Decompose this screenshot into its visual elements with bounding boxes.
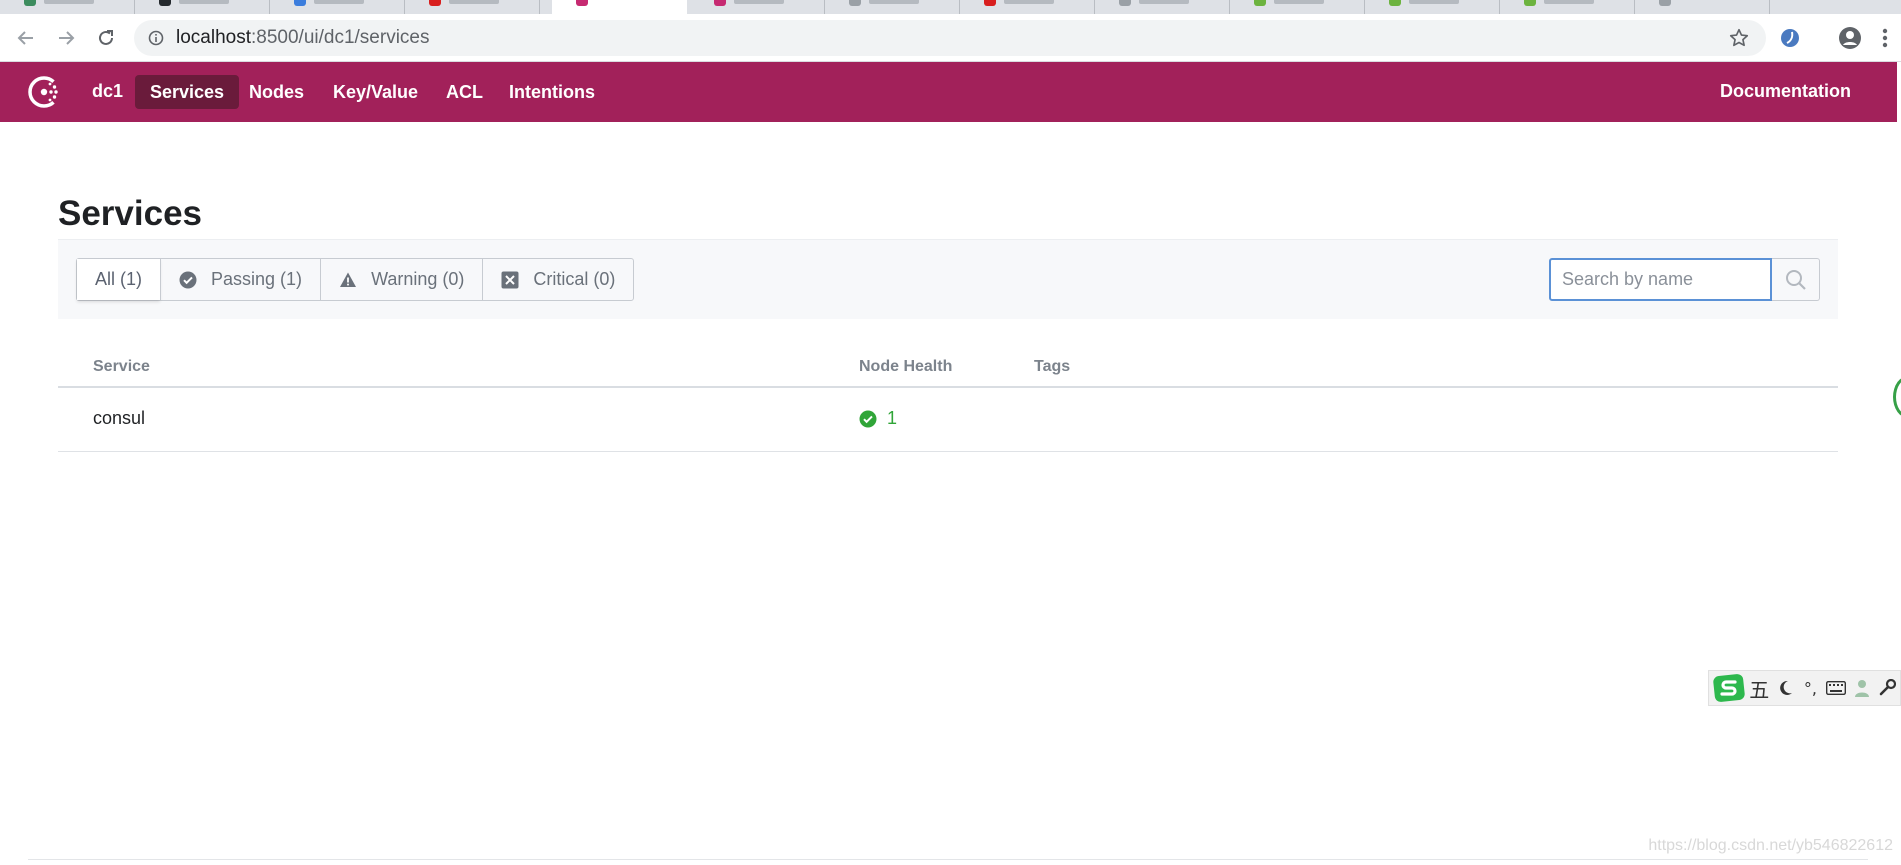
browser-toolbar: localhost:8500/ui/dc1/services xyxy=(0,14,1901,62)
tab-favicon-icon xyxy=(984,0,996,6)
ime-user-button[interactable] xyxy=(1849,672,1875,704)
filter-warning[interactable]: Warning (0) xyxy=(320,259,482,300)
check-circle-icon xyxy=(179,271,197,288)
tab-favicon-icon xyxy=(849,0,861,6)
filter-passing[interactable]: Passing (1) xyxy=(160,259,320,300)
forward-button[interactable] xyxy=(52,24,80,52)
tab-favicon-icon xyxy=(159,0,171,6)
browser-tab[interactable] xyxy=(0,0,135,14)
footer-divider xyxy=(28,859,1868,860)
ime-settings-button[interactable] xyxy=(1874,672,1900,704)
reload-button[interactable] xyxy=(92,24,120,52)
tab-favicon-icon xyxy=(576,0,588,6)
filter-critical-label: Critical (0) xyxy=(533,269,616,289)
profile-button[interactable] xyxy=(1838,26,1862,50)
account-circle-icon xyxy=(1839,27,1861,49)
passing-check-icon xyxy=(859,410,877,427)
column-header-node-health: Node Health xyxy=(859,358,953,375)
browser-tab[interactable] xyxy=(270,0,405,14)
services-table: Service Node Health Tags consul 1 xyxy=(58,346,1838,452)
table-header: Service Node Health Tags xyxy=(58,346,1838,388)
browser-tab[interactable] xyxy=(135,0,270,14)
filter-all[interactable]: All (1) xyxy=(77,259,161,300)
documentation-link[interactable]: Documentation xyxy=(1720,80,1851,102)
watermark: https://blog.csdn.net/yb546822612 xyxy=(1648,837,1893,854)
browser-tab[interactable] xyxy=(1230,0,1365,14)
sogou-s-logo-icon[interactable] xyxy=(1711,672,1746,704)
datacenter-selector[interactable]: dc1 xyxy=(92,80,123,102)
consul-logo-icon[interactable] xyxy=(26,74,62,110)
nav-services[interactable]: Services xyxy=(135,75,240,109)
info-icon xyxy=(148,30,164,46)
search-icon xyxy=(1785,269,1806,290)
bookmark-star-icon[interactable] xyxy=(1728,27,1750,49)
node-health-count: 1 xyxy=(887,408,898,428)
filter-all-label: All (1) xyxy=(95,269,143,289)
floating-assistant-button[interactable] xyxy=(1893,376,1901,418)
tab-favicon-icon xyxy=(294,0,306,6)
extension-icon xyxy=(1781,29,1799,47)
back-button[interactable] xyxy=(12,24,40,52)
tab-favicon-icon xyxy=(1659,0,1671,6)
search-input[interactable] xyxy=(1549,258,1772,301)
nav-acl[interactable]: ACL xyxy=(431,75,498,109)
wrench-icon xyxy=(1879,679,1897,696)
tab-favicon-icon xyxy=(1119,0,1131,6)
column-header-service: Service xyxy=(93,358,150,375)
critical-x-icon xyxy=(501,271,519,288)
search-box xyxy=(1549,258,1820,301)
browser-tab[interactable] xyxy=(690,0,825,14)
user-icon xyxy=(1854,680,1869,697)
browser-tab[interactable] xyxy=(825,0,960,14)
nav-nodes[interactable]: Nodes xyxy=(234,75,319,109)
address-bar[interactable]: localhost:8500/ui/dc1/services xyxy=(134,20,1766,56)
sogou-logo-icon xyxy=(1713,674,1745,702)
tab-favicon-icon xyxy=(1524,0,1536,6)
filter-passing-label: Passing (1) xyxy=(211,269,303,289)
address-url[interactable]: localhost:8500/ui/dc1/services xyxy=(176,28,430,48)
page-title: Services xyxy=(58,194,203,233)
tab-favicon-icon xyxy=(1254,0,1266,6)
consul-header: dc1 Services Nodes Key/Value ACL Intenti… xyxy=(0,62,1897,122)
extension-button[interactable] xyxy=(1778,26,1802,50)
nav-key-value[interactable]: Key/Value xyxy=(318,75,433,109)
search-button[interactable] xyxy=(1772,258,1820,301)
browser-tab[interactable] xyxy=(960,0,1095,14)
tab-favicon-icon xyxy=(24,0,36,6)
browser-tab[interactable] xyxy=(405,0,540,14)
arrow-left-icon xyxy=(17,31,33,45)
ime-keyboard-button[interactable] xyxy=(1823,672,1849,704)
ime-mode-toggle[interactable]: 五 xyxy=(1746,672,1772,704)
column-header-tags: Tags xyxy=(1034,358,1071,375)
browser-tab[interactable] xyxy=(1365,0,1500,14)
browser-tab-active[interactable] xyxy=(552,0,687,14)
browser-tab[interactable] xyxy=(1635,0,1770,14)
browser-tab[interactable] xyxy=(1095,0,1230,14)
filter-bar: All (1) Passing (1) Warning (0) Critical… xyxy=(58,239,1838,319)
browser-menu-button[interactable] xyxy=(1878,26,1892,50)
more-vert-icon xyxy=(1882,28,1888,48)
service-name-link[interactable]: consul xyxy=(93,408,145,429)
ime-toolbar: 五 °, xyxy=(1708,670,1901,706)
health-filter-group: All (1) Passing (1) Warning (0) Critical… xyxy=(76,258,635,301)
tab-favicon-icon xyxy=(714,0,726,6)
keyboard-icon xyxy=(1826,681,1847,695)
ime-punctuation-toggle[interactable]: °, xyxy=(1798,672,1824,704)
filter-critical[interactable]: Critical (0) xyxy=(482,259,633,300)
arrow-right-icon xyxy=(59,31,75,45)
browser-tabstrip xyxy=(0,0,1901,14)
moon-icon xyxy=(1779,680,1792,695)
tab-favicon-icon xyxy=(429,0,441,6)
table-row[interactable]: consul 1 xyxy=(58,388,1838,452)
filter-warning-label: Warning (0) xyxy=(371,269,465,289)
node-health-cell: 1 xyxy=(859,408,897,429)
warning-triangle-icon xyxy=(340,272,357,287)
reload-icon xyxy=(99,30,113,45)
tab-favicon-icon xyxy=(1389,0,1401,6)
ime-halfwidth-toggle[interactable] xyxy=(1772,672,1798,704)
nav-intentions[interactable]: Intentions xyxy=(494,75,610,109)
browser-tab[interactable] xyxy=(1500,0,1635,14)
